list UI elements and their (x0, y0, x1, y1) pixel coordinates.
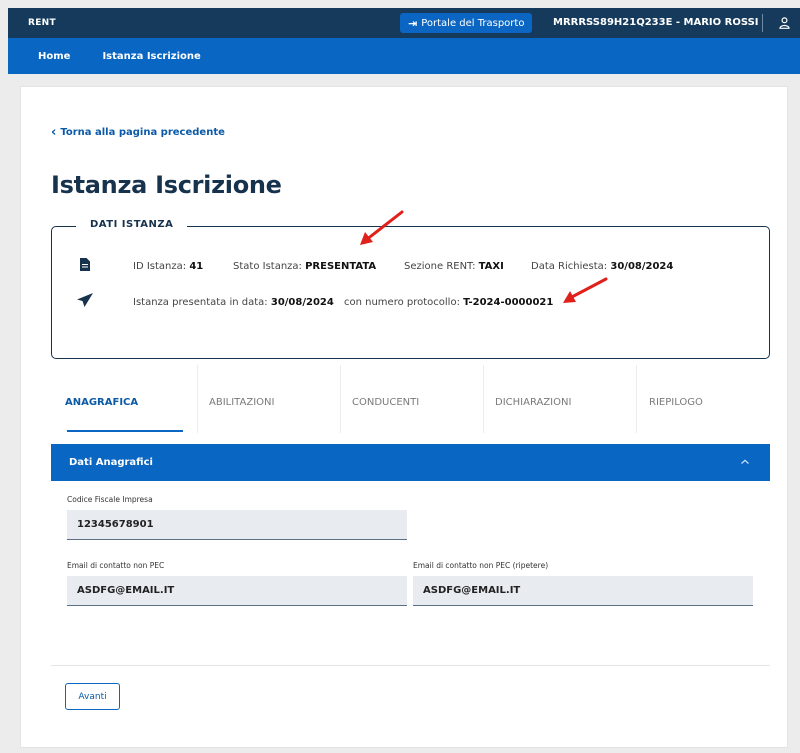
topbar-divider (762, 14, 763, 32)
page-title: Istanza Iscrizione (51, 171, 282, 199)
brand-logo: RENT (28, 18, 56, 28)
paper-plane-icon (77, 293, 93, 307)
tab-separator (197, 365, 198, 433)
footer-divider (51, 665, 770, 666)
chevron-up-icon[interactable] (740, 457, 750, 467)
tab-conducenti[interactable]: CONDUCENTI (352, 365, 482, 433)
email-label: Email di contatto non PEC (67, 561, 165, 570)
main-nav: Home Istanza Iscrizione (8, 38, 800, 74)
portale-trasporto-label: Portale del Trasporto (421, 17, 525, 29)
chevron-left-icon: ‹ (51, 124, 57, 140)
accordion-title: Dati Anagrafici (69, 457, 153, 468)
back-link-label: Torna alla pagina precedente (60, 127, 225, 138)
id-istanza: ID Istanza: 41 (133, 261, 204, 272)
email-input[interactable]: ASDFG@EMAIL.IT (67, 576, 407, 606)
email-repeat-label: Email di contatto non PEC (ripetere) (413, 561, 549, 570)
user-icon[interactable] (779, 17, 790, 29)
red-arrow-annotation (360, 210, 404, 245)
portale-trasporto-button[interactable]: ⇥ Portale del Trasporto (400, 13, 533, 33)
tab-riepilogo[interactable]: RIEPILOGO (649, 365, 759, 433)
email-field: Email di contatto non PEC ASDFG@EMAIL.IT (67, 561, 407, 606)
avanti-button[interactable]: Avanti (65, 683, 120, 710)
dati-istanza-legend: DATI ISTANZA (76, 219, 188, 230)
codice-fiscale-input[interactable]: 12345678901 (67, 510, 407, 540)
top-bar: RENT ⇥ Portale del Trasporto MRRRSS89H21… (8, 8, 800, 38)
codice-fiscale-label: Codice Fiscale Impresa (67, 495, 153, 504)
tab-separator (483, 365, 484, 433)
numero-protocollo: con numero protocollo: T-2024-0000021 (344, 297, 554, 308)
email-repeat-input[interactable]: ASDFG@EMAIL.IT (413, 576, 753, 606)
tab-bar: ANAGRAFICA ABILITAZIONI CONDUCENTI DICHI… (51, 365, 770, 433)
data-richiesta: Data Richiesta: 30/08/2024 (531, 261, 674, 272)
dati-anagrafici-accordion-header[interactable]: Dati Anagrafici (51, 444, 770, 481)
tab-abilitazioni[interactable]: ABILITAZIONI (209, 365, 339, 433)
document-icon (80, 258, 90, 271)
sign-in-icon: ⇥ (408, 16, 418, 30)
dati-istanza-panel: DATI ISTANZA ID Istanza: 41 Stato Istanz… (51, 219, 770, 359)
user-identity[interactable]: MRRRSS89H21Q233E - MARIO ROSSI (553, 8, 759, 38)
tab-separator (340, 365, 341, 433)
tab-separator (636, 365, 637, 433)
email-repeat-field: Email di contatto non PEC (ripetere) ASD… (413, 561, 753, 606)
stato-istanza: Stato Istanza: PRESENTATA (233, 261, 377, 272)
active-tab-indicator (67, 430, 183, 432)
tab-anagrafica[interactable]: ANAGRAFICA (65, 365, 195, 433)
data-presentazione: Istanza presentata in data: 30/08/2024 (133, 297, 334, 308)
back-link[interactable]: ‹ Torna alla pagina precedente (51, 124, 225, 140)
nav-istanza-iscrizione[interactable]: Istanza Iscrizione (102, 51, 200, 62)
nav-home[interactable]: Home (38, 51, 70, 62)
content-card: ‹ Torna alla pagina precedente Istanza I… (20, 86, 788, 748)
red-arrow-annotation (563, 277, 608, 303)
sezione-rent: Sezione RENT: TAXI (404, 261, 504, 272)
tab-dichiarazioni[interactable]: DICHIARAZIONI (495, 365, 635, 433)
codice-fiscale-field: Codice Fiscale Impresa 12345678901 (67, 495, 407, 540)
